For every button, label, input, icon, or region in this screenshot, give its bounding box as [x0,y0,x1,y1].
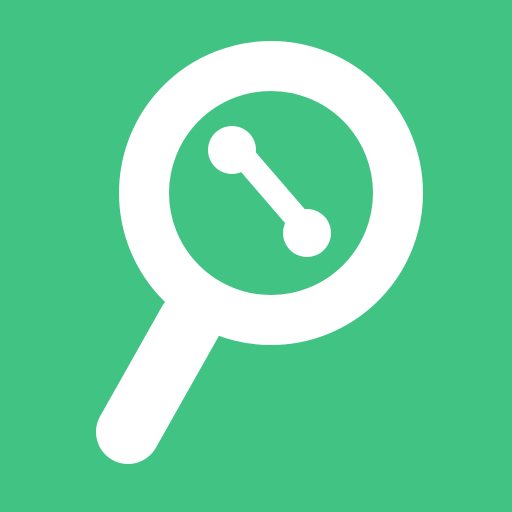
phone-lookup-magnifier-icon [0,0,512,512]
app-icon [0,0,512,512]
